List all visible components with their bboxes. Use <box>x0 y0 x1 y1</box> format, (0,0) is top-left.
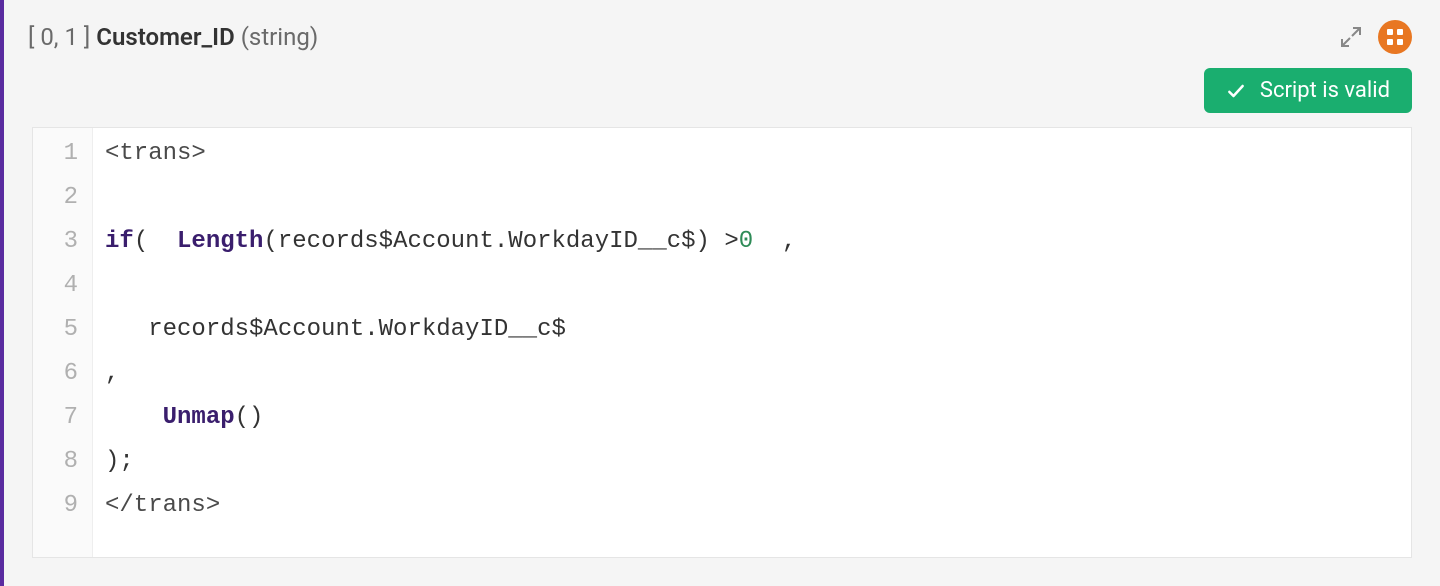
code-line[interactable]: if( Length(records$Account.WorkdayID__c$… <box>105 220 1399 264</box>
validation-status-badge: Script is valid <box>1204 68 1412 113</box>
expand-icon[interactable] <box>1338 24 1364 50</box>
line-number: 6 <box>53 352 78 396</box>
code-line[interactable] <box>105 176 1399 220</box>
code-token <box>105 404 163 431</box>
line-number: 3 <box>53 220 78 264</box>
field-cardinality: [ 0, 1 ] <box>28 23 90 51</box>
code-line[interactable] <box>105 264 1399 308</box>
code-token: records$Account.WorkdayID__c$ <box>105 316 566 343</box>
code-token: (records$Account.WorkdayID__c$) > <box>263 228 738 255</box>
header-actions <box>1338 20 1412 54</box>
code-area[interactable]: <trans> if( Length(records$Account.Workd… <box>93 128 1411 557</box>
code-line[interactable]: <trans> <box>105 132 1399 176</box>
field-name: Customer_ID <box>96 23 234 51</box>
line-number: 9 <box>53 484 78 528</box>
code-token: 0 <box>739 228 753 255</box>
panel-header: [ 0, 1 ] Customer_ID (string) <box>4 0 1440 64</box>
code-token: <trans> <box>105 140 206 167</box>
code-token: Unmap <box>163 404 235 431</box>
apps-grid-button[interactable] <box>1378 20 1412 54</box>
field-type: (string) <box>241 23 319 51</box>
code-token: Length <box>163 228 264 255</box>
check-icon <box>1226 81 1246 101</box>
code-token: , <box>753 228 796 255</box>
code-token: ); <box>105 448 134 475</box>
script-panel: [ 0, 1 ] Customer_ID (string) <box>0 0 1440 586</box>
validation-status-text: Script is valid <box>1260 78 1390 103</box>
code-token: () <box>235 404 264 431</box>
line-number: 4 <box>53 264 78 308</box>
field-title: [ 0, 1 ] Customer_ID (string) <box>28 23 318 51</box>
line-number: 1 <box>53 132 78 176</box>
line-number: 8 <box>53 440 78 484</box>
code-token: if <box>105 228 134 255</box>
code-editor[interactable]: 123456789 <trans> if( Length(records$Acc… <box>32 127 1412 558</box>
code-line[interactable]: Unmap() <box>105 396 1399 440</box>
code-line[interactable]: </trans> <box>105 484 1399 528</box>
line-number: 5 <box>53 308 78 352</box>
line-number: 7 <box>53 396 78 440</box>
code-token: </trans> <box>105 492 220 519</box>
code-token: , <box>105 360 119 387</box>
code-line[interactable]: , <box>105 352 1399 396</box>
line-number-gutter: 123456789 <box>33 128 93 557</box>
code-line[interactable]: records$Account.WorkdayID__c$ <box>105 308 1399 352</box>
code-line[interactable]: ); <box>105 440 1399 484</box>
code-token: ( <box>134 228 163 255</box>
status-row: Script is valid <box>4 64 1440 127</box>
line-number: 2 <box>53 176 78 220</box>
